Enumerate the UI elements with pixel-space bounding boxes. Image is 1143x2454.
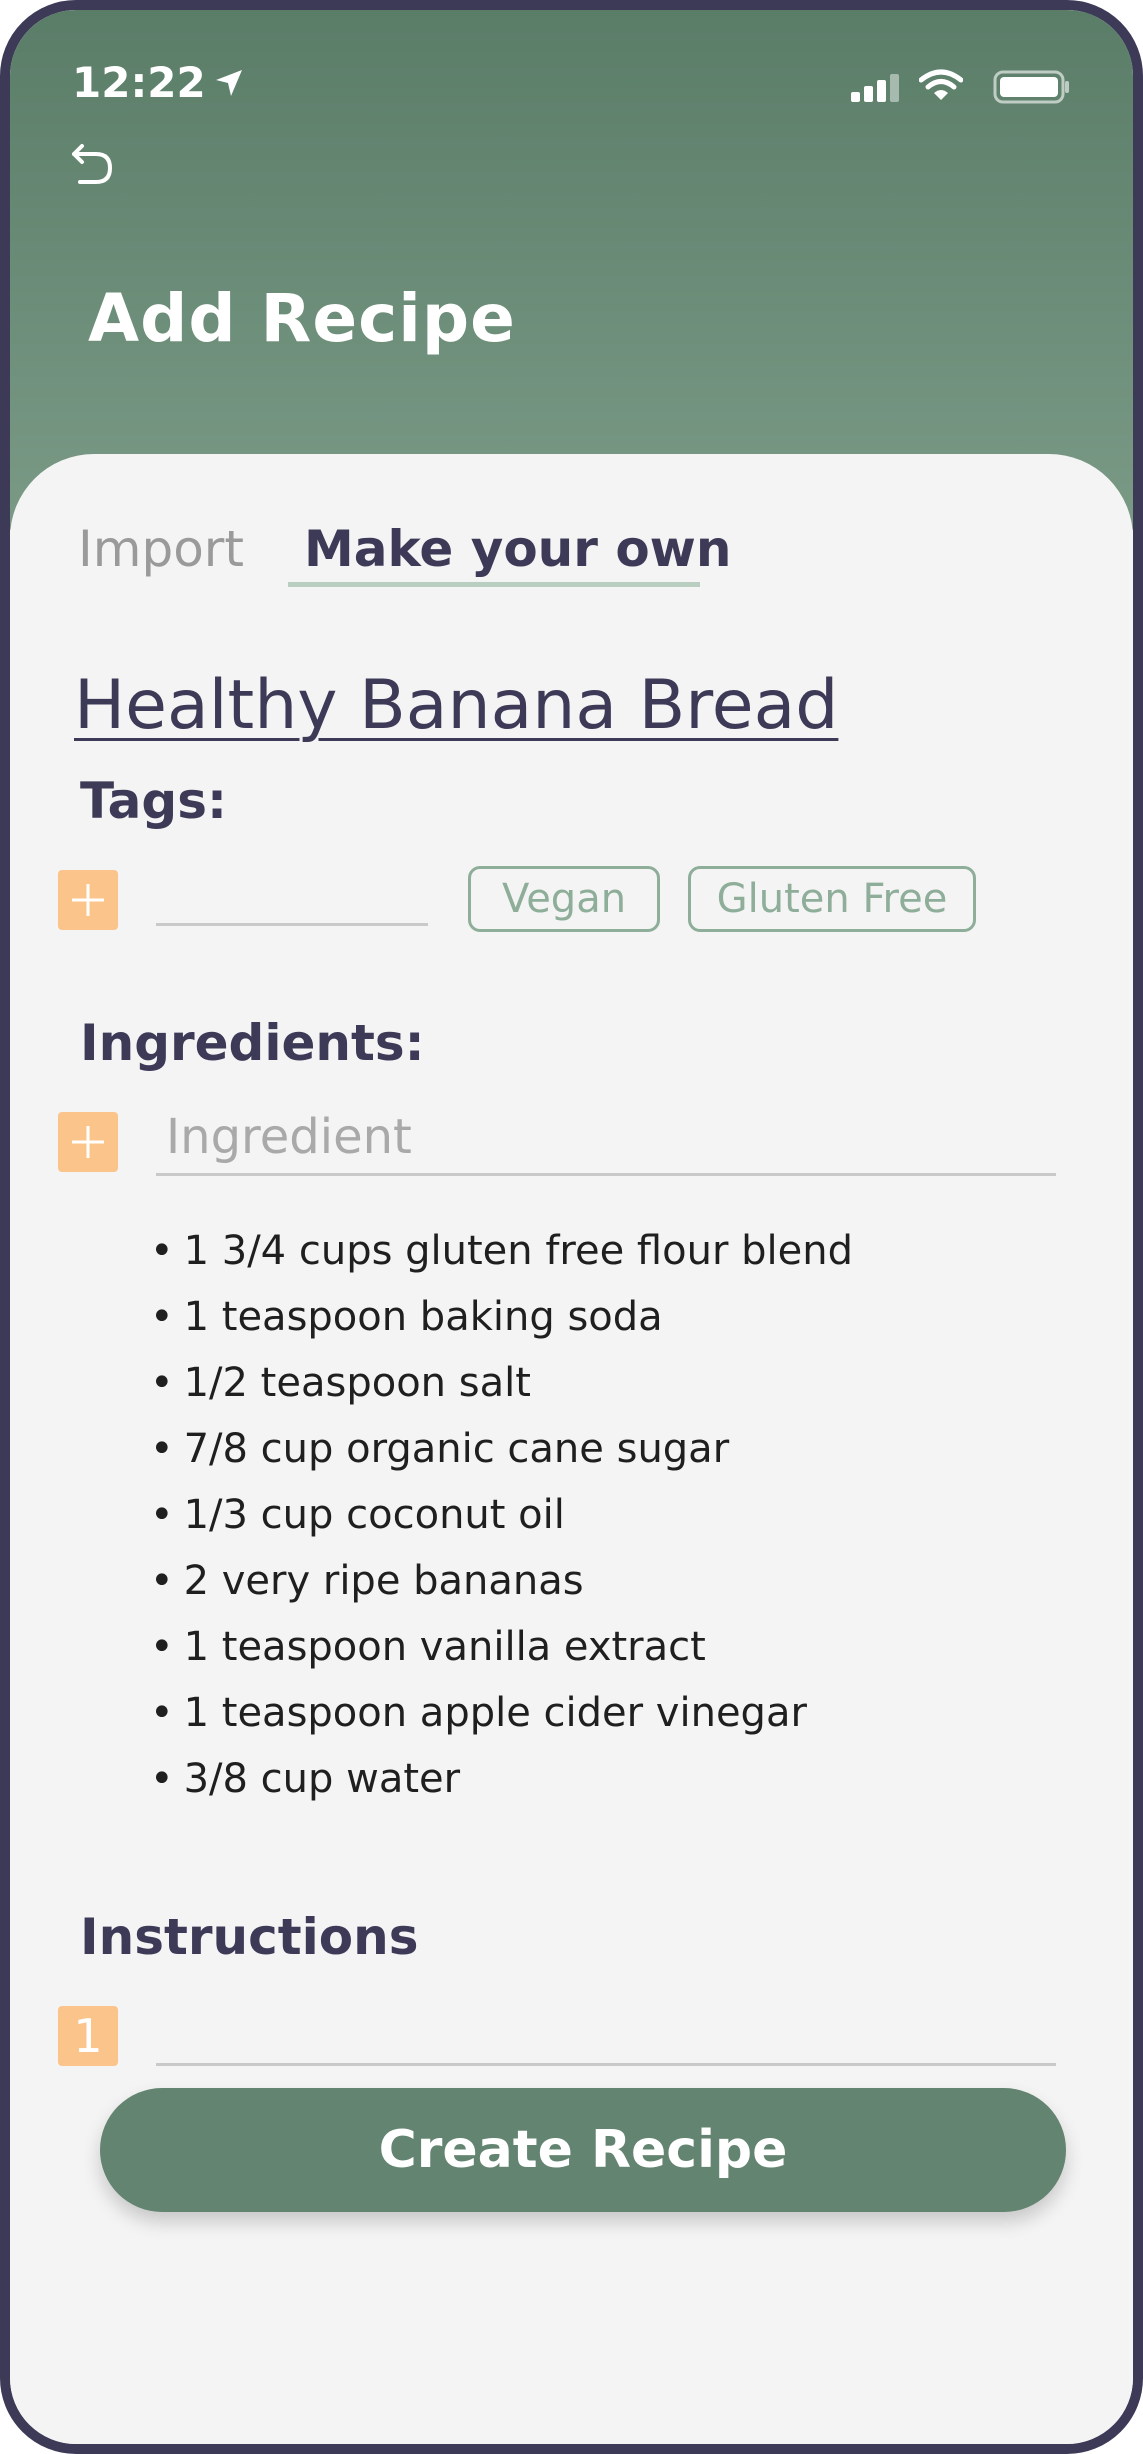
plus-icon (72, 884, 104, 916)
tag-chip[interactable]: Vegan (468, 866, 660, 932)
ingredient-input[interactable] (156, 1100, 1056, 1176)
tags-label: Tags: (80, 772, 227, 830)
list-item: 1/2 teaspoon salt (150, 1350, 853, 1416)
recipe-name-field[interactable]: Healthy Banana Bread (74, 666, 838, 745)
list-item: 1 teaspoon apple cider vinegar (150, 1680, 853, 1746)
list-item: 7/8 cup organic cane sugar (150, 1416, 853, 1482)
back-icon[interactable] (68, 140, 118, 190)
header: 12:22 Add Recipe (10, 10, 1133, 530)
recipe-form-card: Import Make your own Healthy Banana Brea… (10, 454, 1133, 2444)
add-ingredient-button[interactable] (58, 1112, 118, 1172)
instructions-label: Instructions (80, 1908, 419, 1966)
list-item: 1 teaspoon vanilla extract (150, 1614, 853, 1680)
ingredient-list: 1 3/4 cups gluten free flour blend 1 tea… (150, 1218, 853, 1812)
active-tab-indicator (288, 582, 700, 587)
list-item: 1 3/4 cups gluten free flour blend (150, 1218, 853, 1284)
tag-input[interactable] (156, 866, 428, 926)
plus-icon (72, 1126, 104, 1158)
list-item: 3/8 cup water (150, 1746, 853, 1812)
signal-icon (851, 74, 899, 102)
list-item: 1 teaspoon baking soda (150, 1284, 853, 1350)
wifi-icon (919, 69, 963, 100)
battery-icon (993, 70, 1069, 104)
page-title: Add Recipe (88, 280, 516, 357)
status-bar: 12:22 (72, 58, 1071, 118)
create-recipe-button[interactable]: Create Recipe (100, 2088, 1066, 2212)
ingredients-label: Ingredients: (80, 1014, 425, 1072)
list-item: 1/3 cup coconut oil (150, 1482, 853, 1548)
instruction-step-number: 1 (58, 2006, 118, 2066)
list-item: 2 very ripe bananas (150, 1548, 853, 1614)
tab-import[interactable]: Import (78, 520, 244, 578)
tag-chip[interactable]: Gluten Free (688, 866, 976, 932)
instruction-input[interactable] (156, 1994, 1056, 2066)
phone-frame: 12:22 Add Recipe Import Make your own He… (0, 0, 1143, 2454)
status-time: 12:22 (72, 58, 206, 107)
add-tag-button[interactable] (58, 870, 118, 930)
tab-make-your-own[interactable]: Make your own (304, 520, 731, 578)
location-arrow-icon (216, 70, 242, 96)
